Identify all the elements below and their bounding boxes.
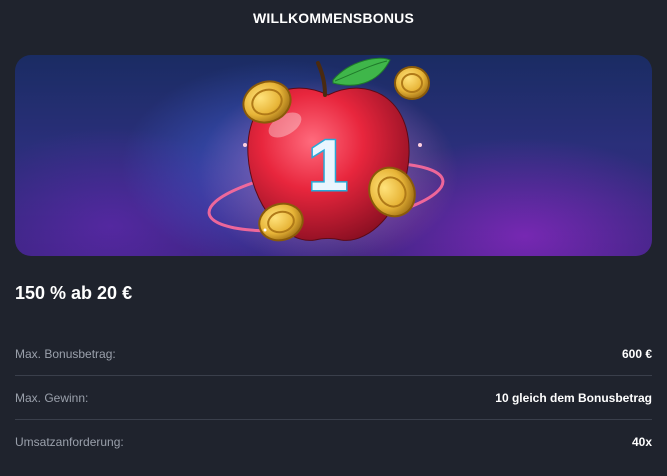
welcome-bonus-card: WILLKOMMENSBONUS 1 150 % ab 20 € Max. Bo…: [0, 0, 667, 476]
detail-label: Max. Gewinn:: [15, 391, 89, 405]
bonus-banner: 1: [15, 55, 652, 256]
detail-value: 600 €: [621, 347, 652, 361]
detail-value: 40x: [631, 435, 652, 449]
page-title: WILLKOMMENSBONUS: [252, 10, 415, 26]
sparkle-icon: [243, 143, 247, 147]
sparkle-icon: [263, 228, 267, 232]
detail-row-max-bonus: Max. Bonusbetrag: 600 €: [15, 332, 652, 376]
detail-row-max-win: Max. Gewinn: 10 gleich dem Bonusbetrag: [15, 376, 652, 420]
bonus-number: 1: [308, 126, 348, 206]
apple-coins-illustration: 1: [198, 57, 458, 256]
detail-value: 10 gleich dem Bonusbetrag: [495, 391, 652, 405]
detail-row-wagering: Umsatzanforderung: 40x: [15, 420, 652, 464]
sparkle-icon: [418, 143, 422, 147]
detail-label: Max. Bonusbetrag:: [15, 347, 116, 361]
coin-icon: [394, 66, 430, 100]
detail-label: Umsatzanforderung:: [15, 435, 124, 449]
offer-headline: 150 % ab 20 €: [15, 283, 133, 303]
